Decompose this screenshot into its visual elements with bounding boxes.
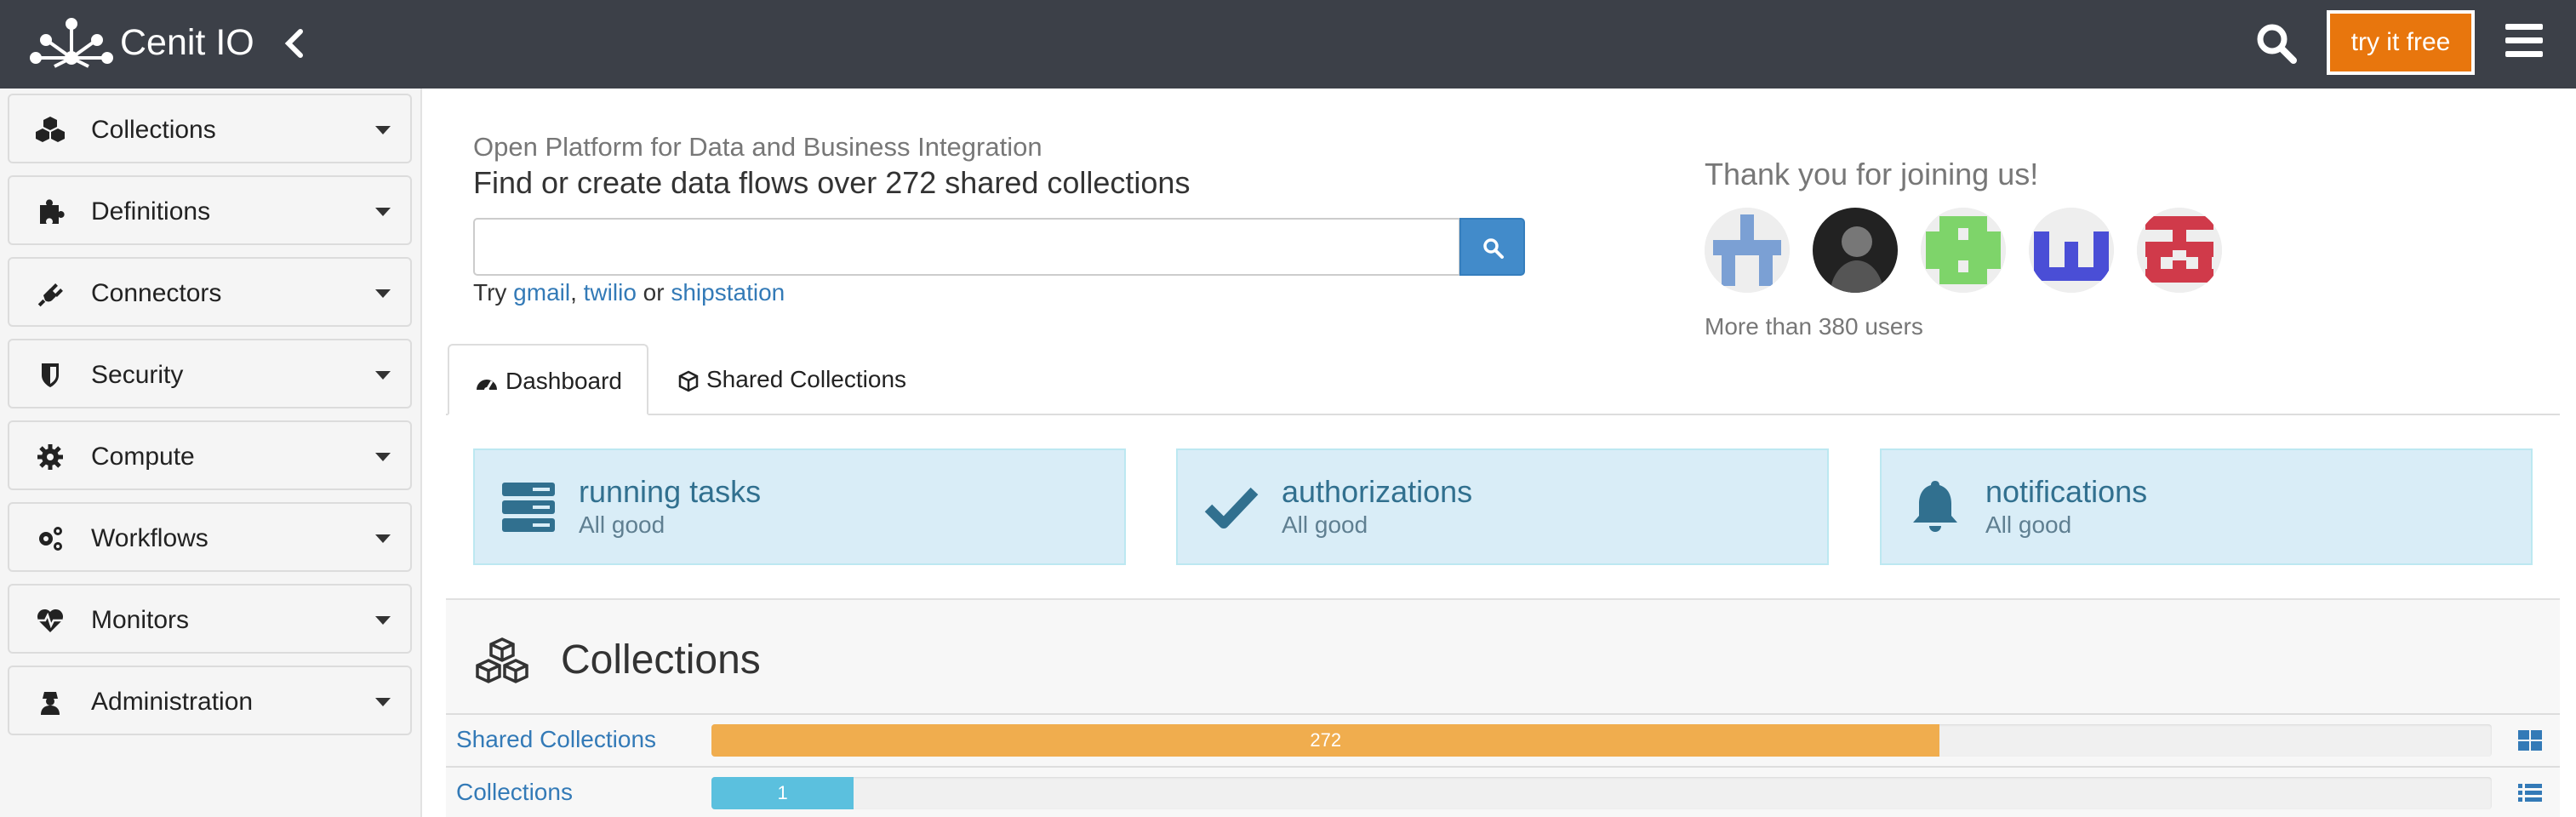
cubes-icon <box>36 117 65 142</box>
status-title: running tasks <box>579 474 762 509</box>
menu-icon[interactable] <box>2505 24 2543 58</box>
row-divider <box>446 713 2560 715</box>
status-title: notifications <box>1985 474 2148 509</box>
sidebar-item-monitors[interactable]: Monitors <box>8 584 412 654</box>
sidebar-item-compute[interactable]: Compute <box>8 420 412 490</box>
sidebar-item-workflows[interactable]: Workflows <box>8 502 412 572</box>
caret-down-icon <box>375 208 391 216</box>
sidebar-item-label: Workflows <box>91 524 208 552</box>
gears-icon <box>39 527 62 551</box>
shared-collections-progress: 272 <box>711 724 2492 757</box>
avatar[interactable] <box>1813 208 1898 293</box>
caret-down-icon <box>375 289 391 298</box>
status-title: authorizations <box>1282 474 1473 509</box>
bell-icon <box>1913 481 1957 532</box>
separator: or <box>643 279 665 306</box>
avatar[interactable] <box>2137 208 2222 293</box>
plug-icon <box>37 283 63 307</box>
dashboard-icon <box>477 379 497 392</box>
caret-down-icon <box>375 371 391 380</box>
shield-icon <box>42 363 59 387</box>
caret-down-icon <box>375 534 391 543</box>
list-icon[interactable] <box>2517 782 2543 804</box>
search-input[interactable] <box>473 218 1460 276</box>
tab-shared-collections[interactable]: Shared Collections <box>677 344 933 415</box>
shared-collections-link[interactable]: Shared Collections <box>456 726 656 753</box>
caret-down-icon <box>375 453 391 461</box>
progress-fill: 272 <box>711 724 1940 757</box>
puzzle-icon <box>40 199 65 224</box>
tab-label: Shared Collections <box>706 366 907 392</box>
cube-icon <box>678 370 699 392</box>
gear-icon <box>37 444 63 470</box>
sidebar: Collections Definitions Connectors Secur… <box>0 89 422 817</box>
avatar[interactable] <box>1705 208 1790 293</box>
cubes-icon <box>476 637 528 683</box>
caret-down-icon <box>375 126 391 134</box>
sidebar-item-label: Administration <box>91 688 254 716</box>
sidebar-item-label: Collections <box>91 116 216 144</box>
tagline: Open Platform for Data and Business Inte… <box>473 132 1042 162</box>
top-navbar: Cenit IO try it free <box>0 0 2576 89</box>
user-secret-icon <box>41 692 60 715</box>
tasks-icon <box>502 483 555 532</box>
tab-dashboard[interactable]: Dashboard <box>448 344 648 415</box>
sidebar-item-label: Connectors <box>91 279 222 307</box>
caret-down-icon <box>375 616 391 625</box>
avatar[interactable] <box>1921 208 2006 293</box>
sidebar-item-label: Compute <box>91 443 195 471</box>
avatar[interactable] <box>2029 208 2114 293</box>
separator: , <box>570 279 577 306</box>
sidebar-item-administration[interactable]: Administration <box>8 666 412 735</box>
status-subtitle: All good <box>1985 511 2072 538</box>
sidebar-item-definitions[interactable]: Definitions <box>8 175 412 245</box>
try-prefix: Try <box>473 279 507 306</box>
sidebar-item-connectors[interactable]: Connectors <box>8 257 412 327</box>
heartbeat-icon <box>37 608 64 632</box>
collections-link[interactable]: Collections <box>456 779 573 806</box>
progress-fill: 1 <box>711 777 854 809</box>
sidebar-item-collections[interactable]: Collections <box>8 94 412 163</box>
grid-icon[interactable] <box>2517 729 2543 751</box>
search-button[interactable] <box>1459 218 1525 276</box>
sidebar-item-label: Monitors <box>91 606 190 634</box>
status-authorizations[interactable]: authorizations All good <box>1176 448 1829 565</box>
headline: Find or create data flows over 272 share… <box>473 165 1191 200</box>
check-icon <box>1204 487 1259 528</box>
logo-icon[interactable] <box>29 17 114 68</box>
sidebar-item-label: Security <box>91 361 184 389</box>
brand-name[interactable]: Cenit IO <box>120 20 254 65</box>
status-running-tasks[interactable]: running tasks All good <box>473 448 1126 565</box>
thanks-heading: Thank you for joining us! <box>1705 157 2039 191</box>
row-divider <box>446 766 2560 768</box>
suggestion-link[interactable]: shipstation <box>671 279 785 306</box>
collections-panel-title: Collections <box>561 637 761 683</box>
status-notifications[interactable]: notifications All good <box>1880 448 2533 565</box>
search-icon[interactable] <box>2255 22 2298 65</box>
search-icon <box>1483 238 1504 259</box>
caret-down-icon <box>375 698 391 706</box>
tab-label: Dashboard <box>505 368 622 394</box>
search-suggestions: Try gmail, twilio or shipstation <box>473 279 785 306</box>
suggestion-link[interactable]: gmail <box>513 279 570 306</box>
status-subtitle: All good <box>579 511 665 538</box>
suggestion-link[interactable]: twilio <box>584 279 637 306</box>
chevron-left-icon[interactable] <box>283 28 306 59</box>
sidebar-item-label: Definitions <box>91 197 211 226</box>
collections-progress: 1 <box>711 777 2492 809</box>
sidebar-item-security[interactable]: Security <box>8 339 412 408</box>
try-it-free-button[interactable]: try it free <box>2327 10 2475 75</box>
status-subtitle: All good <box>1282 511 1368 538</box>
users-count: More than 380 users <box>1705 313 1923 340</box>
